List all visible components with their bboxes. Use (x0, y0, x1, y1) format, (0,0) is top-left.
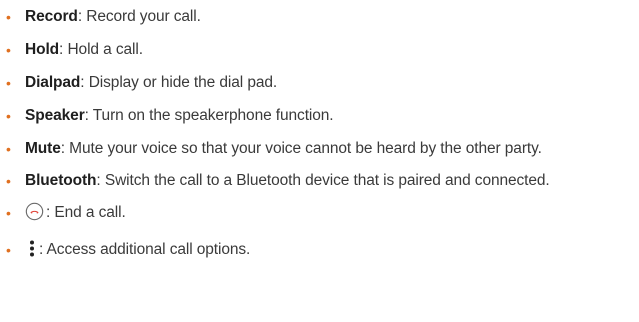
term-hold: Hold (25, 41, 60, 58)
desc-speaker: : Turn on the speakerphone function. (84, 107, 334, 124)
call-options-list: • Record: Record your call. • Hold: Hold… (0, 0, 639, 265)
desc-record: : Record your call. (77, 8, 201, 25)
term-record: Record (25, 8, 78, 25)
list-item-mute: • Mute: Mute your voice so that your voi… (0, 138, 639, 160)
term-speaker: Speaker (25, 107, 85, 124)
list-item-speaker: • Speaker: Turn on the speakerphone func… (0, 105, 639, 127)
bullet-icon: • (6, 42, 11, 58)
bullet-icon: • (6, 173, 11, 189)
more-options-icon (29, 239, 35, 265)
bullet-icon: • (6, 242, 11, 258)
bullet-icon: • (6, 9, 11, 25)
desc-dialpad: : Display or hide the dial pad. (80, 74, 278, 91)
list-item-dialpad: • Dialpad: Display or hide the dial pad. (0, 72, 639, 94)
list-item-end-call: • : End a call. (0, 202, 639, 228)
list-item-more-options: • : Access additional call options. (0, 239, 639, 265)
bullet-icon: • (6, 141, 11, 157)
bullet-icon: • (6, 108, 11, 124)
list-item-bluetooth: • Bluetooth: Switch the call to a Blueto… (0, 170, 639, 192)
bullet-icon: • (6, 75, 11, 91)
list-item-hold: • Hold: Hold a call. (0, 39, 639, 61)
term-mute: Mute (25, 140, 61, 157)
desc-hold: : Hold a call. (59, 41, 143, 58)
bullet-icon: • (6, 205, 11, 221)
list-item-record: • Record: Record your call. (0, 6, 639, 28)
desc-end-call: : End a call. (46, 204, 126, 221)
desc-mute: : Mute your voice so that your voice can… (60, 140, 542, 157)
term-dialpad: Dialpad (25, 74, 81, 91)
term-bluetooth: Bluetooth (25, 172, 97, 189)
end-call-icon (25, 202, 44, 228)
desc-bluetooth: : Switch the call to a Bluetooth device … (96, 172, 550, 189)
desc-more-options: : Access additional call options. (39, 241, 251, 258)
